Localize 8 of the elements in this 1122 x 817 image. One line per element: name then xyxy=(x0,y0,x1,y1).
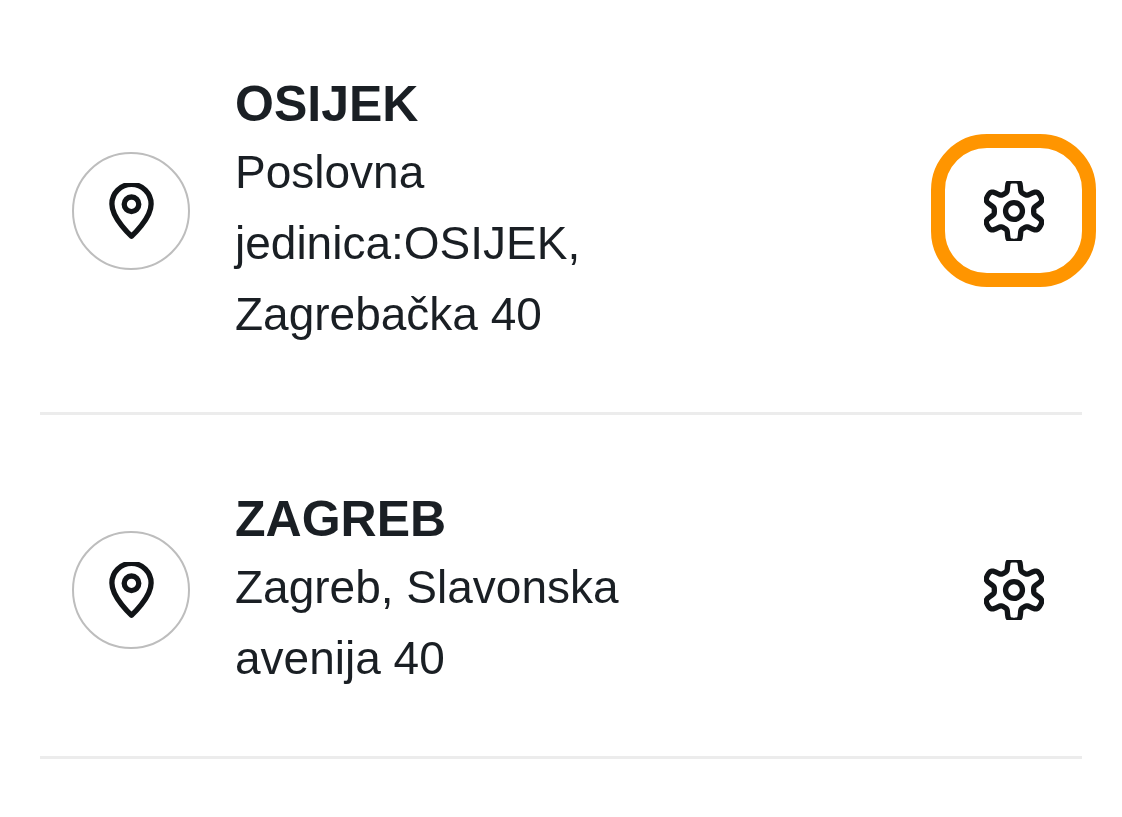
pin-icon xyxy=(72,531,190,649)
location-address: Poslovna jedinica:OSIJEK, Zagrebačka 40 xyxy=(235,145,582,342)
location-address: Zagreb, Slavonska avenija 40 xyxy=(235,560,620,686)
settings-icon xyxy=(983,180,1044,241)
location-name: ZAGREB xyxy=(235,490,448,549)
location-name: OSIJEK xyxy=(235,75,420,134)
pin-icon xyxy=(72,151,190,270)
settings-icon xyxy=(983,560,1044,620)
